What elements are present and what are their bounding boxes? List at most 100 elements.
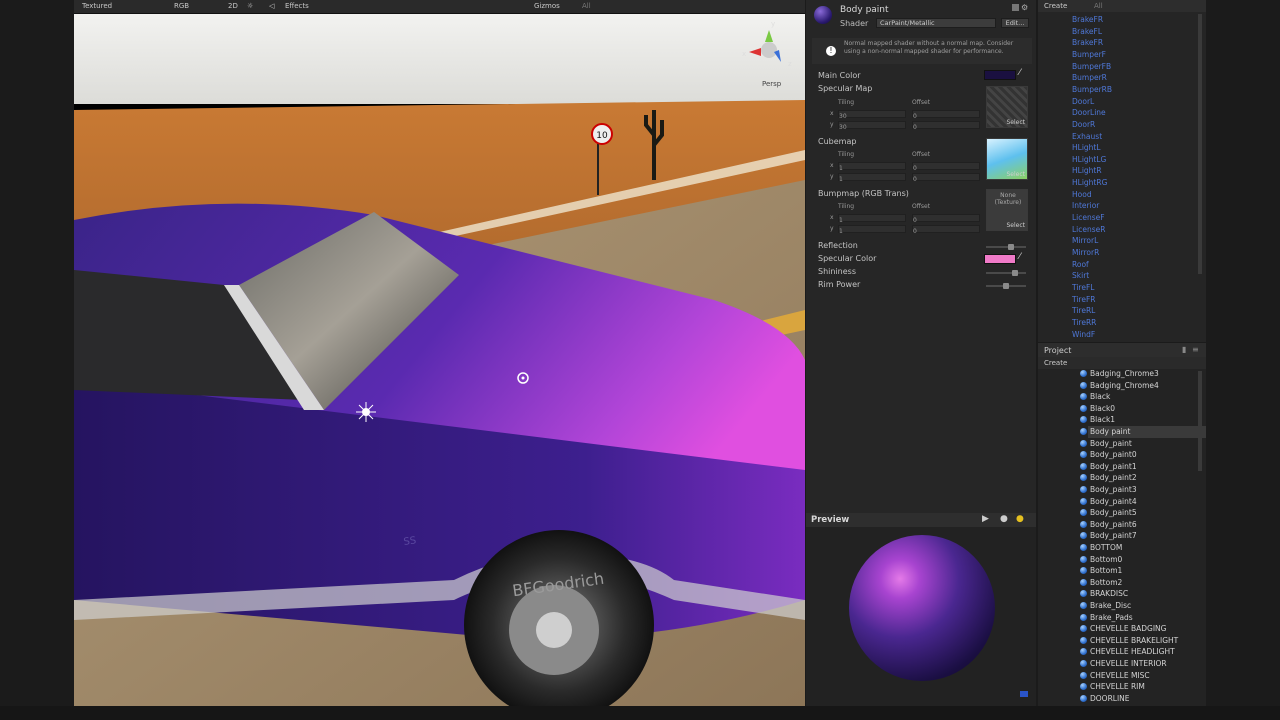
hierarchy-search-input[interactable]: All <box>1094 2 1103 10</box>
edit-shader-button[interactable]: Edit... <box>1001 18 1029 28</box>
scene-search-input[interactable]: All <box>582 2 591 10</box>
project-asset-item[interactable]: Bottom1 <box>1080 565 1206 577</box>
cubemap-slot[interactable]: Select <box>986 138 1028 180</box>
project-asset-item[interactable]: Black0 <box>1080 403 1206 415</box>
hierarchy-item[interactable]: DoorL <box>1072 97 1094 106</box>
shading-mode-dropdown[interactable]: Textured <box>82 2 112 10</box>
hierarchy-item[interactable]: MirrorL <box>1072 236 1098 245</box>
hierarchy-item[interactable]: BrakeFL <box>1072 27 1102 36</box>
specular-select-button[interactable]: Select <box>1006 119 1025 126</box>
project-asset-item[interactable]: CHEVELLE BADGING <box>1080 623 1206 635</box>
render-mode-dropdown[interactable]: RGB <box>174 2 189 10</box>
bumpmap-tiling-x[interactable]: 1 <box>838 214 906 224</box>
cubemap-offset-x[interactable]: 0 <box>912 162 980 172</box>
hierarchy-item[interactable]: LicenseR <box>1072 225 1106 234</box>
hierarchy-item[interactable]: LicenseF <box>1072 213 1105 222</box>
hierarchy-item[interactable]: HLightRG <box>1072 178 1107 187</box>
hierarchy-item[interactable]: HLightLG <box>1072 155 1106 164</box>
gear-icon[interactable]: ⚙ <box>1021 3 1028 12</box>
specular-offset-y[interactable]: 0 <box>912 121 980 131</box>
hierarchy-item[interactable]: HLightR <box>1072 166 1102 175</box>
project-asset-item[interactable]: CHEVELLE BRAKELIGHT <box>1080 635 1206 647</box>
main-color-swatch[interactable] <box>984 70 1016 80</box>
scene-render[interactable]: 10 BFGoodrich SS y x z Persp <box>74 0 805 706</box>
sphere-icon[interactable]: ● <box>1000 514 1008 524</box>
project-asset-item[interactable]: CHEVELLE RIM <box>1080 681 1206 693</box>
hierarchy-item[interactable]: BrakeFR <box>1072 38 1103 47</box>
bumpmap-tiling-y[interactable]: 1 <box>838 225 906 235</box>
project-asset-item[interactable]: Body paint <box>1080 426 1206 438</box>
eyedropper-icon[interactable]: ⁄ <box>1019 68 1021 78</box>
project-asset-item[interactable]: BRAKDISC <box>1080 588 1206 600</box>
rim-power-slider-knob[interactable] <box>1003 283 1009 289</box>
projection-label[interactable]: Persp <box>762 80 782 88</box>
project-asset-item[interactable]: CHEVELLE MISC <box>1080 670 1206 682</box>
hierarchy-item[interactable]: BumperF <box>1072 50 1106 59</box>
project-asset-item[interactable]: Brake_Disc <box>1080 600 1206 612</box>
hierarchy-item[interactable]: HLightL <box>1072 143 1101 152</box>
hierarchy-item[interactable]: TireFL <box>1072 283 1094 292</box>
material-preview-sphere[interactable] <box>849 535 995 681</box>
bumpmap-offset-y[interactable]: 0 <box>912 225 980 235</box>
specular-tiling-x[interactable]: 30 <box>838 110 906 120</box>
lighting-toggle-icon[interactable]: ☼ <box>247 2 253 10</box>
bumpmap-offset-x[interactable]: 0 <box>912 214 980 224</box>
lock-icon[interactable]: ▮ <box>1182 345 1186 354</box>
project-asset-item[interactable]: Body_paint6 <box>1080 519 1206 531</box>
hierarchy-item[interactable]: TireRR <box>1072 318 1096 327</box>
hierarchy-item[interactable]: Interior <box>1072 201 1099 210</box>
hierarchy-item[interactable]: WindF <box>1072 330 1095 339</box>
project-tab[interactable]: Project <box>1044 346 1071 355</box>
audio-toggle-icon[interactable]: ◁ <box>269 2 274 10</box>
project-asset-item[interactable]: BOTTOM <box>1080 542 1206 554</box>
project-asset-item[interactable]: Black1 <box>1080 414 1206 426</box>
project-asset-item[interactable]: Body_paint0 <box>1080 449 1206 461</box>
project-asset-item[interactable]: CHEVELLE INTERIOR <box>1080 658 1206 670</box>
reflection-slider-knob[interactable] <box>1008 244 1014 250</box>
project-asset-item[interactable]: Black <box>1080 391 1206 403</box>
cubemap-offset-y[interactable]: 0 <box>912 173 980 183</box>
cubemap-select-button[interactable]: Select <box>1006 171 1025 178</box>
specular-map-slot[interactable]: Select <box>986 86 1028 128</box>
project-asset-item[interactable]: Badging_Chrome4 <box>1080 380 1206 392</box>
light-toggle-icon[interactable]: ● <box>1016 514 1024 524</box>
hierarchy-item[interactable]: Skirt <box>1072 271 1089 280</box>
project-asset-item[interactable]: CHEVELLE HEADLIGHT <box>1080 646 1206 658</box>
light-gizmo-icon[interactable] <box>356 402 376 422</box>
hierarchy-item[interactable]: BumperR <box>1072 73 1107 82</box>
project-asset-item[interactable]: Badging_Chrome3 <box>1080 368 1206 380</box>
shininess-slider-knob[interactable] <box>1012 270 1018 276</box>
bumpmap-select-button[interactable]: Select <box>1006 222 1025 229</box>
book-icon[interactable] <box>1012 4 1019 11</box>
project-asset-item[interactable]: Body_paint7 <box>1080 530 1206 542</box>
cubemap-tiling-y[interactable]: 1 <box>838 173 906 183</box>
project-asset-item[interactable]: DOORLINE <box>1080 693 1206 705</box>
cubemap-tiling-x[interactable]: 1 <box>838 162 906 172</box>
effects-dropdown[interactable]: Effects <box>285 2 309 10</box>
project-scrollbar[interactable] <box>1198 371 1202 471</box>
hierarchy-item[interactable]: BumperRB <box>1072 85 1112 94</box>
hierarchy-item[interactable]: Exhaust <box>1072 132 1102 141</box>
scene-view[interactable]: 10 BFGoodrich SS y x z Persp Textured RG… <box>74 0 805 706</box>
project-asset-item[interactable]: Body_paint3 <box>1080 484 1206 496</box>
asset-label-icon[interactable] <box>1020 691 1028 697</box>
hierarchy-item[interactable]: BumperFB <box>1072 62 1111 71</box>
menu-icon[interactable]: ≡ <box>1192 345 1199 354</box>
project-asset-item[interactable]: Body_paint4 <box>1080 496 1206 508</box>
hierarchy-item[interactable]: DoorR <box>1072 120 1095 129</box>
hierarchy-scrollbar[interactable] <box>1198 14 1202 274</box>
project-asset-item[interactable]: Body_paint1 <box>1080 461 1206 473</box>
hierarchy-item[interactable]: DoorLine <box>1072 108 1106 117</box>
hierarchy-item[interactable]: BrakeFR <box>1072 15 1103 24</box>
hierarchy-create-button[interactable]: Create <box>1044 2 1067 10</box>
hierarchy-item[interactable]: TireRL <box>1072 306 1095 315</box>
shader-dropdown[interactable]: CarPaint/Metallic <box>876 18 996 28</box>
play-icon[interactable]: ▶ <box>982 514 989 524</box>
bumpmap-slot[interactable]: None (Texture) Select <box>986 189 1028 231</box>
shininess-slider[interactable] <box>986 272 1026 274</box>
project-asset-item[interactable]: Brake_Pads <box>1080 612 1206 624</box>
gizmos-dropdown[interactable]: Gizmos <box>534 2 560 10</box>
project-asset-item[interactable]: Body_paint <box>1080 438 1206 450</box>
project-asset-item[interactable]: Bottom0 <box>1080 554 1206 566</box>
reflection-slider[interactable] <box>986 246 1026 248</box>
